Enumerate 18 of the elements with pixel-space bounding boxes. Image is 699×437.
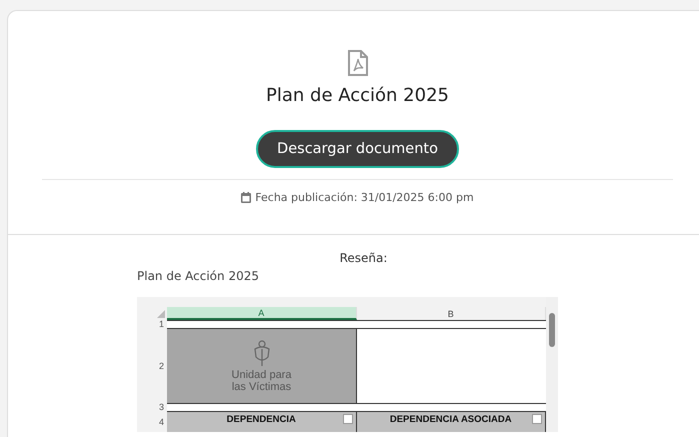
row-number: 4 bbox=[158, 416, 165, 428]
filter-button[interactable] bbox=[532, 414, 542, 424]
summary-label: Reseña: bbox=[338, 251, 388, 265]
calendar-icon bbox=[241, 192, 252, 203]
select-all-corner[interactable] bbox=[157, 310, 165, 318]
logo-text: Unidad para las Víctimas bbox=[232, 369, 292, 393]
publication-date: Fecha publicación: 31/01/2025 6:00 pm bbox=[255, 191, 474, 204]
table-header-cell: DEPENDENCIA ASOCIADA bbox=[356, 412, 546, 432]
column-header[interactable]: A bbox=[167, 307, 356, 320]
summary-text: Plan de Acción 2025 bbox=[137, 269, 260, 283]
filter-button[interactable] bbox=[342, 414, 352, 424]
row-number: 3 bbox=[158, 403, 165, 411]
download-button[interactable]: Descargar documento bbox=[256, 130, 459, 168]
row-number: 1 bbox=[158, 320, 165, 328]
row-number: 2 bbox=[158, 360, 165, 372]
document-title: Plan de Acción 2025 bbox=[266, 85, 449, 106]
table-header-cell: DEPENDENCIA bbox=[167, 412, 356, 432]
pdf-file-icon bbox=[346, 49, 368, 77]
